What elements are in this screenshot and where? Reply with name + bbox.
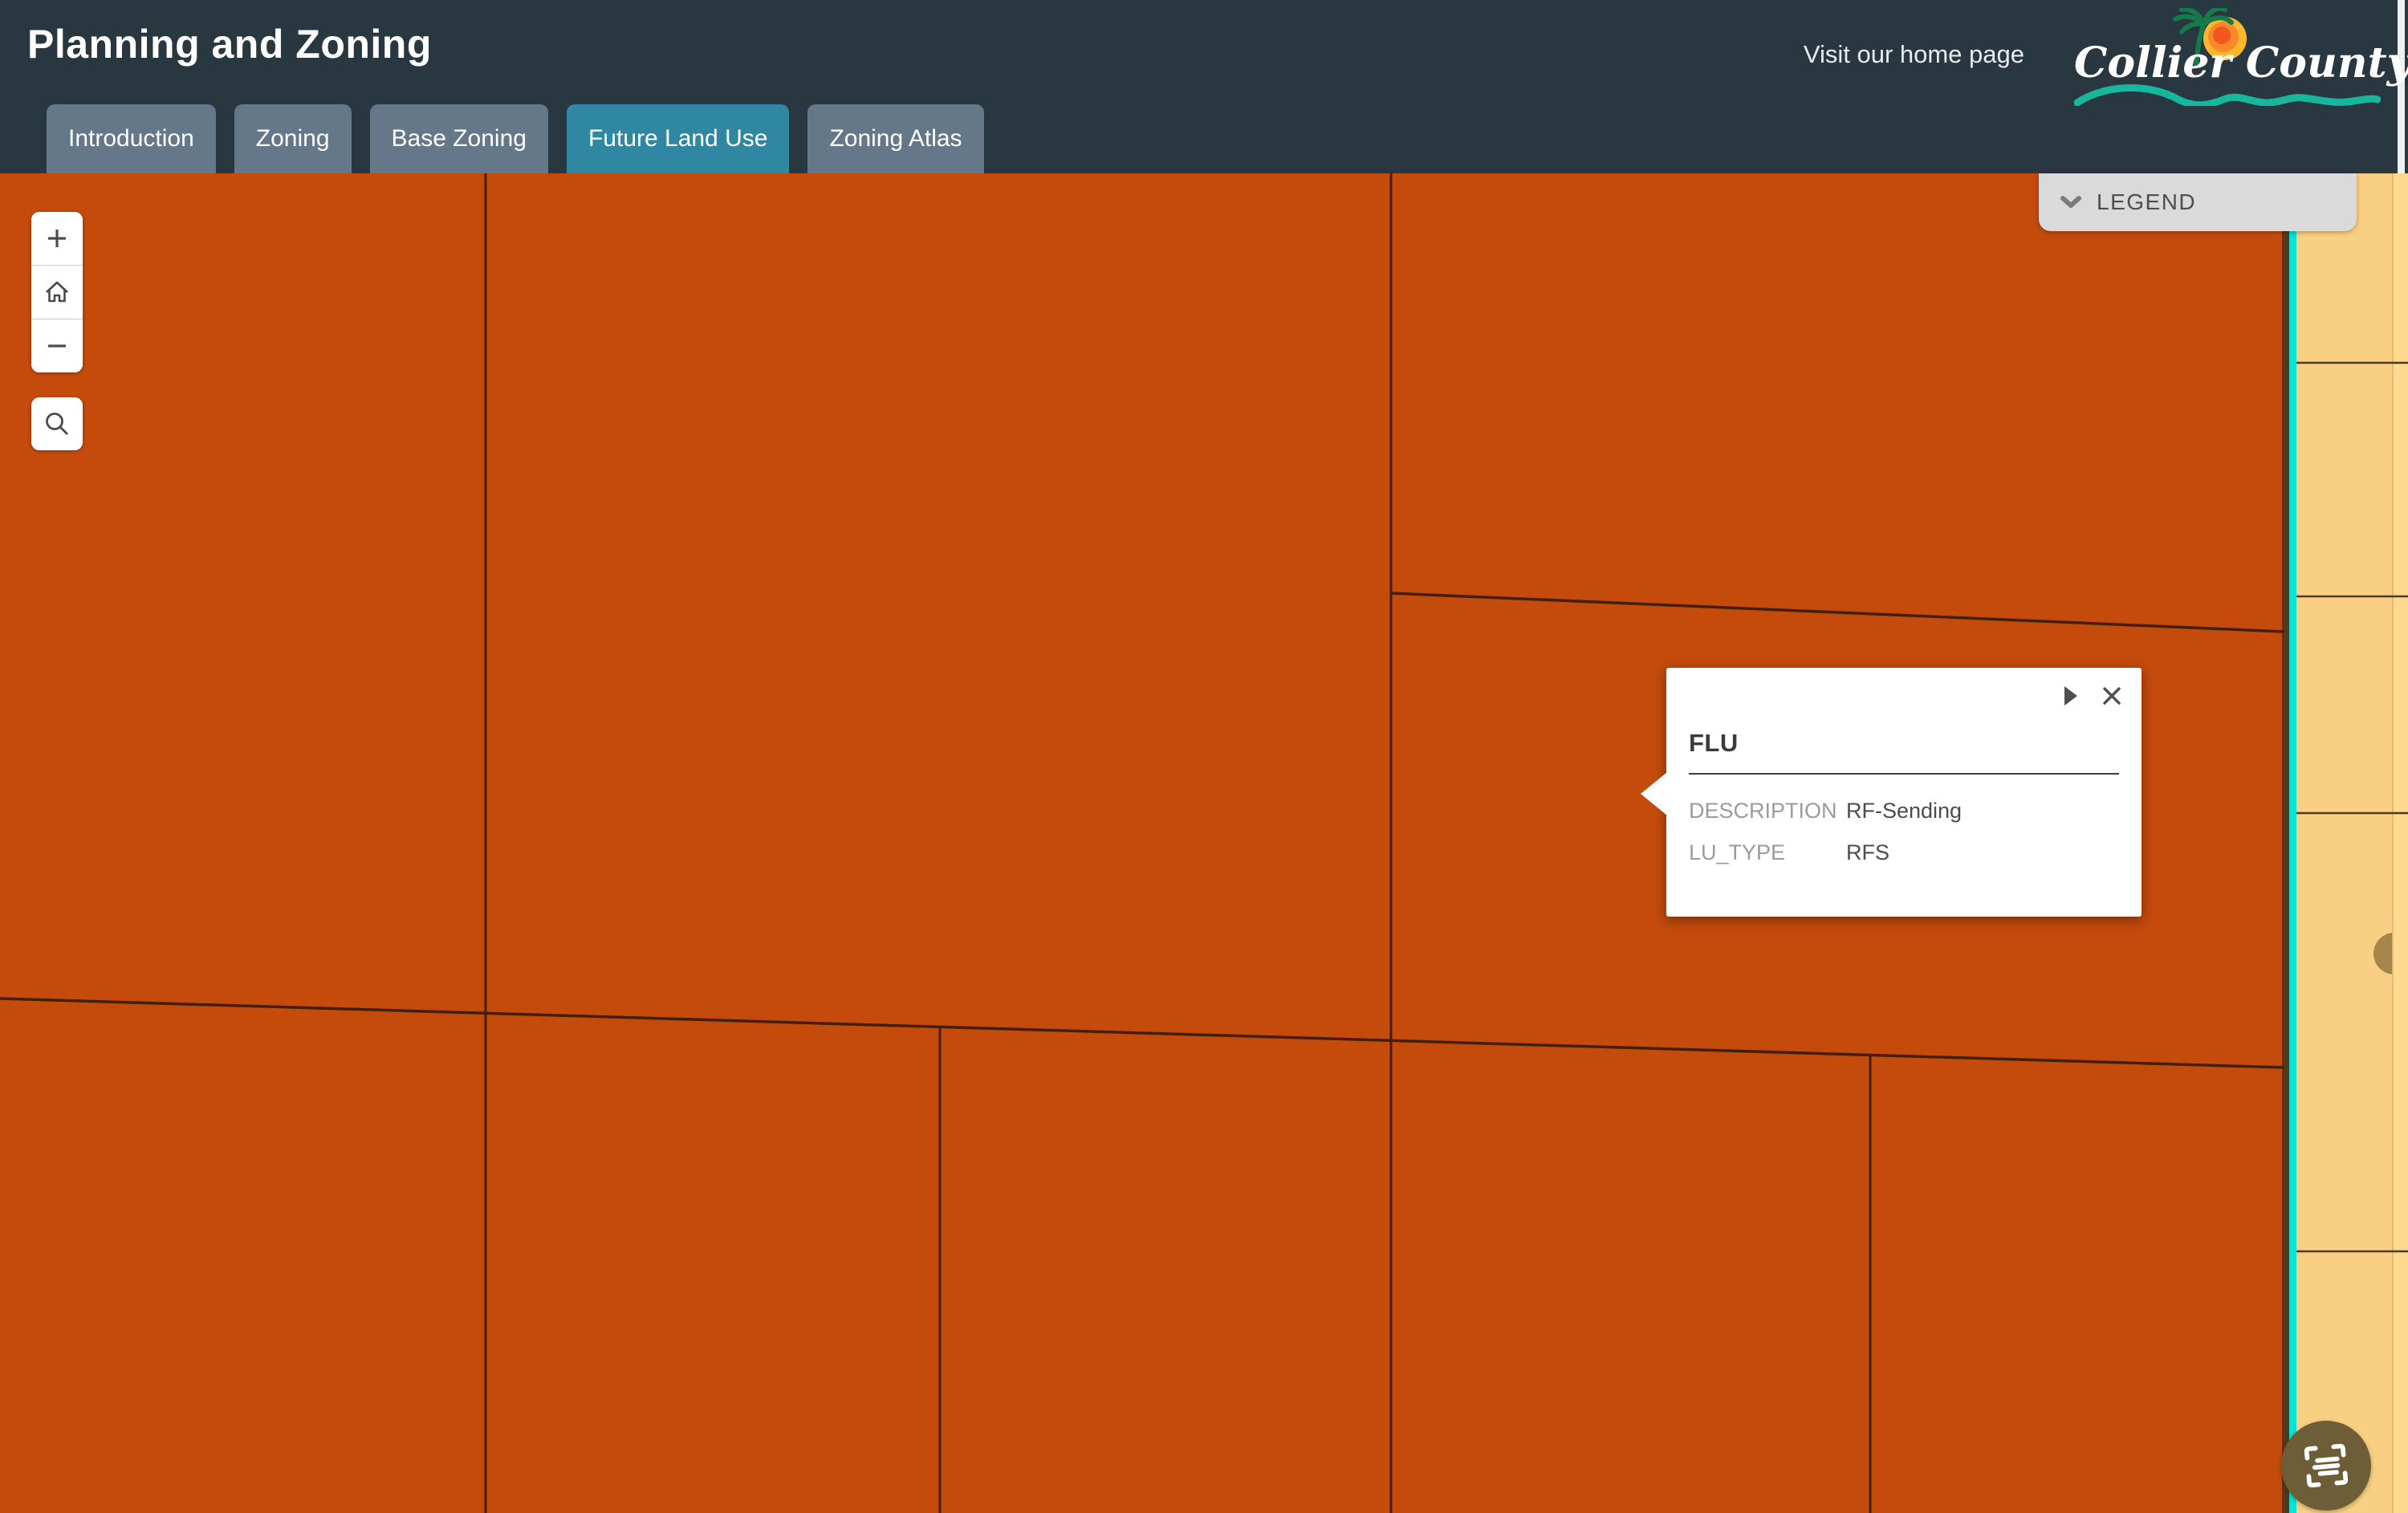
popup-dock-button[interactable] [2063, 685, 2079, 706]
play-triangle-icon [2063, 685, 2079, 706]
scan-frame-icon [2300, 1439, 2353, 1492]
app-root: Planning and Zoning Visit our home page [0, 0, 2408, 1513]
plus-icon [43, 225, 71, 252]
zoom-in-button[interactable] [31, 212, 83, 265]
zoom-out-button[interactable] [31, 319, 83, 372]
home-icon [43, 279, 71, 306]
tab-future-land-use[interactable]: Future Land Use [567, 104, 789, 173]
popup-pointer [1641, 772, 1667, 815]
field-value: RFS [1846, 840, 1889, 865]
field-label: LU_TYPE [1689, 840, 1846, 865]
header-right: Visit our home page Collier County [1804, 5, 2381, 104]
header: Planning and Zoning Visit our home page [0, 0, 2408, 173]
popup-actions [2063, 685, 2122, 706]
popup-title: FLU [1689, 729, 1739, 758]
field-value: RF-Sending [1846, 799, 1962, 824]
logo-wave-icon [2074, 83, 2381, 106]
popup-field-row: LU_TYPERFS [1689, 832, 2125, 873]
tab-base-zoning[interactable]: Base Zoning [370, 104, 548, 173]
logo-wordmark: Collier County [2074, 39, 2408, 87]
legend-toggle[interactable]: LEGEND [2039, 173, 2357, 231]
legend-label: LEGEND [2097, 189, 2196, 215]
home-page-link[interactable]: Visit our home page [1804, 40, 2024, 69]
screenshot-button[interactable] [2281, 1421, 2371, 1511]
popup-divider [1689, 773, 2119, 775]
page-edge-sliver [2398, 0, 2405, 173]
map-canvas[interactable]: LEGEND FLU [0, 173, 2408, 1513]
field-label: DESCRIPTION [1689, 799, 1846, 824]
close-icon [2101, 685, 2122, 706]
popup-field-row: DESCRIPTIONRF-Sending [1689, 790, 2125, 832]
home-extent-button[interactable] [31, 266, 83, 319]
collier-county-logo: Collier County [2074, 6, 2381, 103]
search-button[interactable] [31, 397, 83, 450]
page-title: Planning and Zoning [27, 21, 432, 67]
popup-close-button[interactable] [2101, 685, 2122, 706]
tab-bar: Introduction Zoning Base Zoning Future Land… [47, 104, 984, 173]
feature-popup: FLU DESCRIPTIONRF-SendingLU_TYPERFS [1666, 668, 2142, 917]
popup-fields: DESCRIPTIONRF-SendingLU_TYPERFS [1689, 790, 2125, 873]
tab-zoning-atlas[interactable]: Zoning Atlas [807, 104, 983, 173]
search-icon [43, 409, 71, 438]
tab-introduction[interactable]: Introduction [47, 104, 216, 173]
map-zoom-controls [31, 212, 83, 372]
tab-zoning[interactable]: Zoning [234, 104, 352, 173]
minus-icon [43, 332, 71, 360]
chevron-down-icon [2060, 195, 2082, 209]
